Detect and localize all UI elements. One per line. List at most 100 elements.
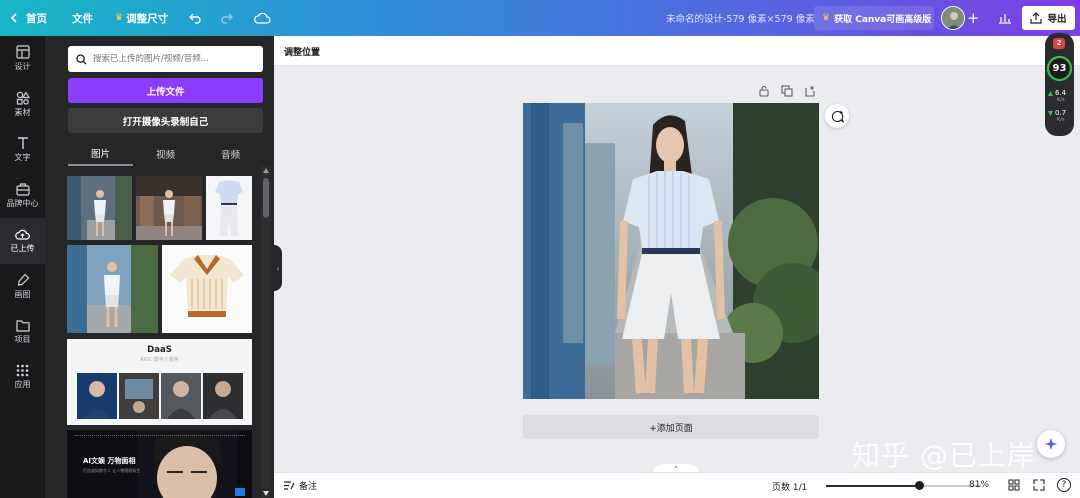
tab-images[interactable]: 图片 bbox=[68, 142, 133, 166]
upload-speed: 6.4 bbox=[1055, 89, 1067, 97]
file-label: 文件 bbox=[72, 12, 93, 25]
sidebar-item-text[interactable]: 文字 bbox=[0, 127, 45, 173]
uploaded-image-thumbnail[interactable] bbox=[206, 176, 252, 240]
redo-button[interactable] bbox=[219, 0, 233, 36]
cloud-upload-icon bbox=[15, 229, 30, 240]
collapse-panel-button[interactable]: ‹ bbox=[274, 245, 282, 291]
lock-icon bbox=[759, 85, 769, 97]
avatar[interactable] bbox=[941, 6, 965, 30]
undo-button[interactable] bbox=[189, 0, 203, 36]
watermark: 知乎 @已上岸 bbox=[852, 439, 1036, 472]
zoom-level-label: 81% bbox=[969, 480, 990, 490]
sidebar-item-design[interactable]: 设计 bbox=[0, 36, 45, 82]
fullscreen-button[interactable] bbox=[1033, 479, 1045, 494]
zoom-level[interactable]: 81% bbox=[969, 480, 989, 490]
uploaded-image-thumbnail[interactable]: AI文娱 万物面相 打造虚拟数字人 让人物栩栩如生 bbox=[67, 430, 252, 498]
resize-button[interactable]: ♛ 调整尺寸 bbox=[115, 0, 168, 36]
comment-add-icon bbox=[831, 110, 844, 123]
crown-icon: ♛ bbox=[115, 13, 124, 23]
search-input[interactable] bbox=[93, 54, 253, 64]
shapes-icon bbox=[16, 91, 30, 105]
scrollbar-thumb[interactable] bbox=[263, 178, 269, 218]
file-menu[interactable]: 文件 bbox=[72, 0, 93, 36]
redo-icon bbox=[221, 13, 233, 24]
scroll-up-icon bbox=[263, 168, 269, 173]
canvas-image[interactable] bbox=[523, 103, 819, 399]
record-camera-button[interactable]: 打开摄像头录制自己 bbox=[68, 108, 263, 133]
download-speed: 0.7 bbox=[1055, 109, 1067, 117]
notes-button[interactable]: 备注 bbox=[283, 479, 317, 492]
grid-view-button[interactable] bbox=[1008, 479, 1020, 494]
uploaded-image-thumbnail[interactable] bbox=[162, 245, 252, 333]
tab-videos[interactable]: 视频 bbox=[133, 142, 198, 166]
sidebar-item-label: 项目 bbox=[14, 334, 31, 344]
sidebar-item-label: 已上传 bbox=[10, 243, 35, 253]
brand-icon bbox=[15, 183, 30, 196]
upload-icon bbox=[1030, 12, 1043, 24]
sidebar-item-projects[interactable]: 项目 bbox=[0, 309, 45, 355]
sidebar-item-apps[interactable]: 应用 bbox=[0, 355, 45, 401]
down-arrow-icon bbox=[1048, 111, 1053, 116]
home-button[interactable]: 首页 bbox=[10, 0, 47, 36]
page-counter-label: 页数 1/1 bbox=[772, 483, 808, 493]
uploaded-image-thumbnail[interactable] bbox=[67, 176, 132, 240]
zoom-slider[interactable] bbox=[826, 481, 981, 490]
upload-files-button[interactable]: 上传文件 bbox=[68, 78, 263, 103]
uploaded-image-thumbnail[interactable]: DaaS AIGC 数字人服务 bbox=[67, 339, 252, 425]
search-box[interactable] bbox=[68, 46, 263, 72]
lock-button[interactable] bbox=[758, 85, 770, 97]
add-page-label: +添加页面 bbox=[649, 423, 693, 434]
document-title-text: 未命名的设计-579 像素×579 像素 bbox=[666, 14, 815, 25]
apps-icon bbox=[16, 364, 29, 377]
comment-button[interactable] bbox=[825, 104, 849, 128]
export-button[interactable]: 导出 bbox=[1022, 6, 1075, 30]
download-speed-unit: K/s bbox=[1057, 117, 1065, 123]
uploaded-image-thumbnail[interactable] bbox=[136, 176, 202, 240]
uploaded-images-grid: DaaS AIGC 数字人服务 AI文娱 万物面相 打造虚拟数字人 让人物栩栩如… bbox=[67, 176, 252, 498]
sidebar-item-label: 设计 bbox=[14, 62, 31, 72]
crown-icon: ♛ bbox=[822, 13, 831, 23]
upgrade-label: 获取 Canva可画高级版 bbox=[834, 14, 932, 25]
bottom-bar: 备注 页数 1/1 81% ? bbox=[274, 472, 1080, 498]
page-counter[interactable]: 页数 1/1 bbox=[772, 480, 807, 493]
banner-nav bbox=[75, 435, 245, 437]
sidebar-item-label: 画图 bbox=[14, 289, 31, 299]
uploads-panel: 上传文件 打开摄像头录制自己 图片 视频 音频 DaaS AIGC 数字人服务 bbox=[56, 36, 274, 498]
chevron-left-icon: ‹ bbox=[276, 263, 280, 273]
banner-badge bbox=[235, 488, 245, 496]
help-button[interactable]: ? bbox=[1057, 478, 1071, 492]
sidebar-item-brand[interactable]: 品牌中心 bbox=[0, 173, 45, 219]
sidebar-item-elements[interactable]: 素材 bbox=[0, 82, 45, 128]
duplicate-icon bbox=[781, 85, 793, 97]
folder-icon bbox=[15, 320, 30, 332]
zoom-slider-handle[interactable] bbox=[915, 481, 924, 490]
add-page-button[interactable]: +添加页面 bbox=[523, 415, 819, 439]
help-icon: ? bbox=[1061, 480, 1067, 490]
zoom-slider-fill bbox=[826, 485, 919, 487]
tab-label: 视频 bbox=[155, 150, 175, 161]
add-page-icon-button[interactable] bbox=[804, 85, 816, 97]
adjust-position-button[interactable]: 调整位置 bbox=[284, 45, 320, 58]
expand-icon bbox=[1033, 479, 1045, 491]
sidebar-item-draw[interactable]: 画图 bbox=[0, 264, 45, 310]
upgrade-button[interactable]: ♛ 获取 Canva可画高级版 bbox=[814, 6, 934, 30]
assistant-button[interactable] bbox=[1037, 430, 1065, 458]
panel-scrollbar[interactable] bbox=[261, 166, 271, 498]
cloud-save-button[interactable] bbox=[254, 0, 271, 36]
upload-files-label: 上传文件 bbox=[146, 86, 185, 98]
uploaded-image-thumbnail[interactable] bbox=[67, 245, 158, 333]
add-collaborator-button[interactable]: + bbox=[967, 8, 985, 28]
export-label: 导出 bbox=[1047, 14, 1067, 25]
duplicate-page-button[interactable] bbox=[781, 85, 793, 97]
home-label: 首页 bbox=[26, 12, 47, 25]
draw-icon bbox=[17, 273, 29, 286]
document-title[interactable]: 未命名的设计-579 像素×579 像素 bbox=[666, 0, 815, 36]
network-monitor[interactable]: 2 93 6.4 K/s 0.7 K/s bbox=[1045, 33, 1074, 136]
media-tabs: 图片 视频 音频 bbox=[68, 142, 263, 166]
tab-audio[interactable]: 音频 bbox=[198, 142, 263, 166]
sidebar-item-uploads[interactable]: 已上传 bbox=[0, 218, 45, 264]
tab-label: 图片 bbox=[90, 149, 110, 160]
insights-button[interactable] bbox=[994, 7, 1016, 29]
sparkle-icon bbox=[1045, 438, 1057, 450]
sidebar-item-label: 文字 bbox=[14, 153, 31, 163]
